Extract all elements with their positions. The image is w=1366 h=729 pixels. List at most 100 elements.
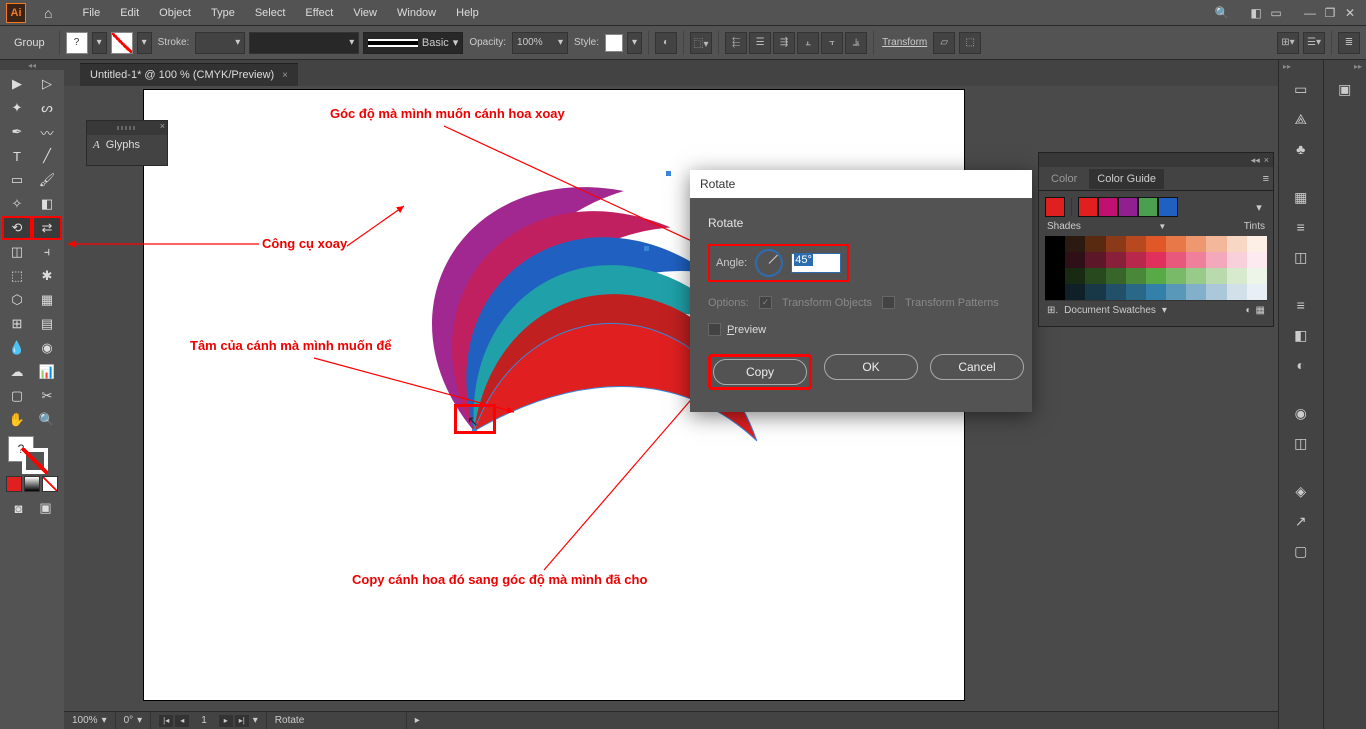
tools-collapse[interactable]: ◂◂ <box>0 60 64 70</box>
menu-window[interactable]: Window <box>387 3 446 23</box>
menu-object[interactable]: Object <box>149 3 201 23</box>
menu-help[interactable]: Help <box>446 3 489 23</box>
gradient-icon[interactable]: ◧ <box>1288 324 1314 346</box>
grid-swatch[interactable] <box>1045 284 1065 300</box>
perspective-tool[interactable]: ▦ <box>32 288 62 312</box>
shaper-tool[interactable]: ✧ <box>2 192 32 216</box>
slice-tool[interactable]: ✂ <box>32 384 62 408</box>
fill-stroke-control[interactable]: ? <box>0 434 64 474</box>
cancel-button[interactable]: Cancel <box>930 354 1024 380</box>
angle-dial[interactable] <box>755 249 783 277</box>
menu-file[interactable]: File <box>72 3 110 23</box>
grid-swatch[interactable] <box>1186 252 1206 268</box>
home-icon[interactable]: ⌂ <box>44 5 52 21</box>
grid-swatch[interactable] <box>1065 268 1085 284</box>
strip-expand-icon[interactable]: ▸▸ <box>1283 62 1291 71</box>
dialog-titlebar[interactable]: Rotate <box>690 170 1032 198</box>
menu-view[interactable]: View <box>343 3 387 23</box>
close-icon[interactable]: ✕ <box>1340 5 1360 21</box>
strip-expand-icon-2[interactable]: ▸▸ <box>1354 62 1362 71</box>
eyedropper-tool[interactable]: 💧 <box>2 336 32 360</box>
tab-color[interactable]: Color <box>1043 169 1085 189</box>
status-menu-icon[interactable]: ▸ <box>415 715 420 726</box>
shape-builder-tool[interactable]: ⬡ <box>2 288 32 312</box>
properties-icon[interactable]: ▭ <box>1288 78 1314 100</box>
grid-swatch[interactable] <box>1045 252 1065 268</box>
zoom-field[interactable]: 100%▾ <box>64 712 116 729</box>
harmony-swatch[interactable] <box>1098 197 1118 217</box>
asset-export-icon[interactable]: ↗ <box>1288 510 1314 532</box>
eraser-tool[interactable]: ◧ <box>32 192 62 216</box>
grid-swatch[interactable] <box>1186 284 1206 300</box>
reflect-tool[interactable]: ⇄ <box>32 216 62 240</box>
shear-icon[interactable]: ▱ <box>933 32 955 54</box>
grid-swatch[interactable] <box>1206 252 1226 268</box>
menu-edit[interactable]: Edit <box>110 3 149 23</box>
brushes-icon[interactable]: ≡ <box>1288 216 1314 238</box>
grid-swatch[interactable] <box>1065 252 1085 268</box>
screen-mode-icon[interactable]: ▣ <box>33 496 58 520</box>
grid-swatch[interactable] <box>1206 236 1226 252</box>
grid-swatch[interactable] <box>1166 236 1186 252</box>
curvature-tool[interactable]: 〰 <box>32 120 62 144</box>
grid-swatch[interactable] <box>1166 252 1186 268</box>
fill-swatch[interactable]: ? <box>66 32 88 54</box>
grid-swatch[interactable] <box>1247 268 1267 284</box>
color-mode-icon[interactable] <box>6 476 22 492</box>
essentials-icon[interactable]: ⊞▾ <box>1277 32 1299 54</box>
recolor-icon[interactable]: ◐ <box>655 32 677 54</box>
align-bottom-icon[interactable]: ⫡ <box>845 32 867 54</box>
gradient-mode-icon[interactable] <box>24 476 40 492</box>
shade-dropdown-icon[interactable]: ▼ <box>1158 222 1166 231</box>
angle-input[interactable]: 45° <box>791 253 841 273</box>
grid-swatch[interactable] <box>1146 252 1166 268</box>
stroke-profile[interactable]: ▾ <box>249 32 359 54</box>
tab-close-icon[interactable]: × <box>282 70 288 81</box>
first-artboard-icon[interactable]: |◂ <box>159 715 173 727</box>
next-artboard-icon[interactable]: ▸ <box>219 715 233 727</box>
brush-tool[interactable]: 🖌 <box>32 168 62 192</box>
artboards-icon[interactable]: ▢ <box>1288 540 1314 562</box>
harmony-swatch[interactable] <box>1118 197 1138 217</box>
grid-swatch[interactable] <box>1227 236 1247 252</box>
workspace-icon[interactable]: ▭ <box>1266 5 1286 21</box>
last-artboard-icon[interactable]: ▸| <box>235 715 249 727</box>
isolate-icon[interactable]: ⬚ <box>959 32 981 54</box>
transparency-icon[interactable]: ◐ <box>1288 354 1314 376</box>
save-group-icon[interactable]: ▦ <box>1256 305 1265 316</box>
grid-swatch[interactable] <box>1186 236 1206 252</box>
restore-icon[interactable]: ❐ <box>1320 5 1340 21</box>
grid-swatch[interactable] <box>1247 252 1267 268</box>
hand-tool[interactable]: ✋ <box>2 408 32 432</box>
opacity-field[interactable]: 100%▾ <box>512 32 568 54</box>
harmony-swatch[interactable] <box>1138 197 1158 217</box>
grid-swatch[interactable] <box>1085 268 1105 284</box>
grid-swatch[interactable] <box>1247 236 1267 252</box>
none-mode-icon[interactable] <box>42 476 58 492</box>
harmony-swatch[interactable] <box>1158 197 1178 217</box>
symbol-tool[interactable]: ☁ <box>2 360 32 384</box>
grid-swatch[interactable] <box>1045 236 1065 252</box>
style-dropdown[interactable]: ▾ <box>627 32 642 54</box>
preview-checkbox[interactable] <box>708 323 721 336</box>
grid-swatch[interactable] <box>1085 252 1105 268</box>
grid-swatch[interactable] <box>1146 268 1166 284</box>
libraries-icon[interactable]: ⟁ <box>1288 108 1314 130</box>
harmony-dropdown[interactable]: ▾ <box>1251 199 1267 215</box>
grid-swatch[interactable] <box>1106 252 1126 268</box>
grid-swatch[interactable] <box>1227 284 1247 300</box>
grid-swatch[interactable] <box>1186 268 1206 284</box>
align-right-icon[interactable]: ⇶ <box>773 32 795 54</box>
direct-select-tool[interactable]: ▷ <box>32 72 62 96</box>
grid-swatch[interactable] <box>1106 268 1126 284</box>
align-left-icon[interactable]: ⬱ <box>725 32 747 54</box>
stroke-icon[interactable]: ≡ <box>1288 294 1314 316</box>
prefs-icon[interactable]: ☰▾ <box>1303 32 1325 54</box>
rectangle-tool[interactable]: ▭ <box>2 168 32 192</box>
graph-tool[interactable]: 📊 <box>32 360 62 384</box>
grid-swatch[interactable] <box>1065 284 1085 300</box>
line-tool[interactable]: ╱ <box>32 144 62 168</box>
grid-swatch[interactable] <box>1126 252 1146 268</box>
prev-artboard-icon[interactable]: ◂ <box>175 715 189 727</box>
puppet-tool[interactable]: ✱ <box>32 264 62 288</box>
